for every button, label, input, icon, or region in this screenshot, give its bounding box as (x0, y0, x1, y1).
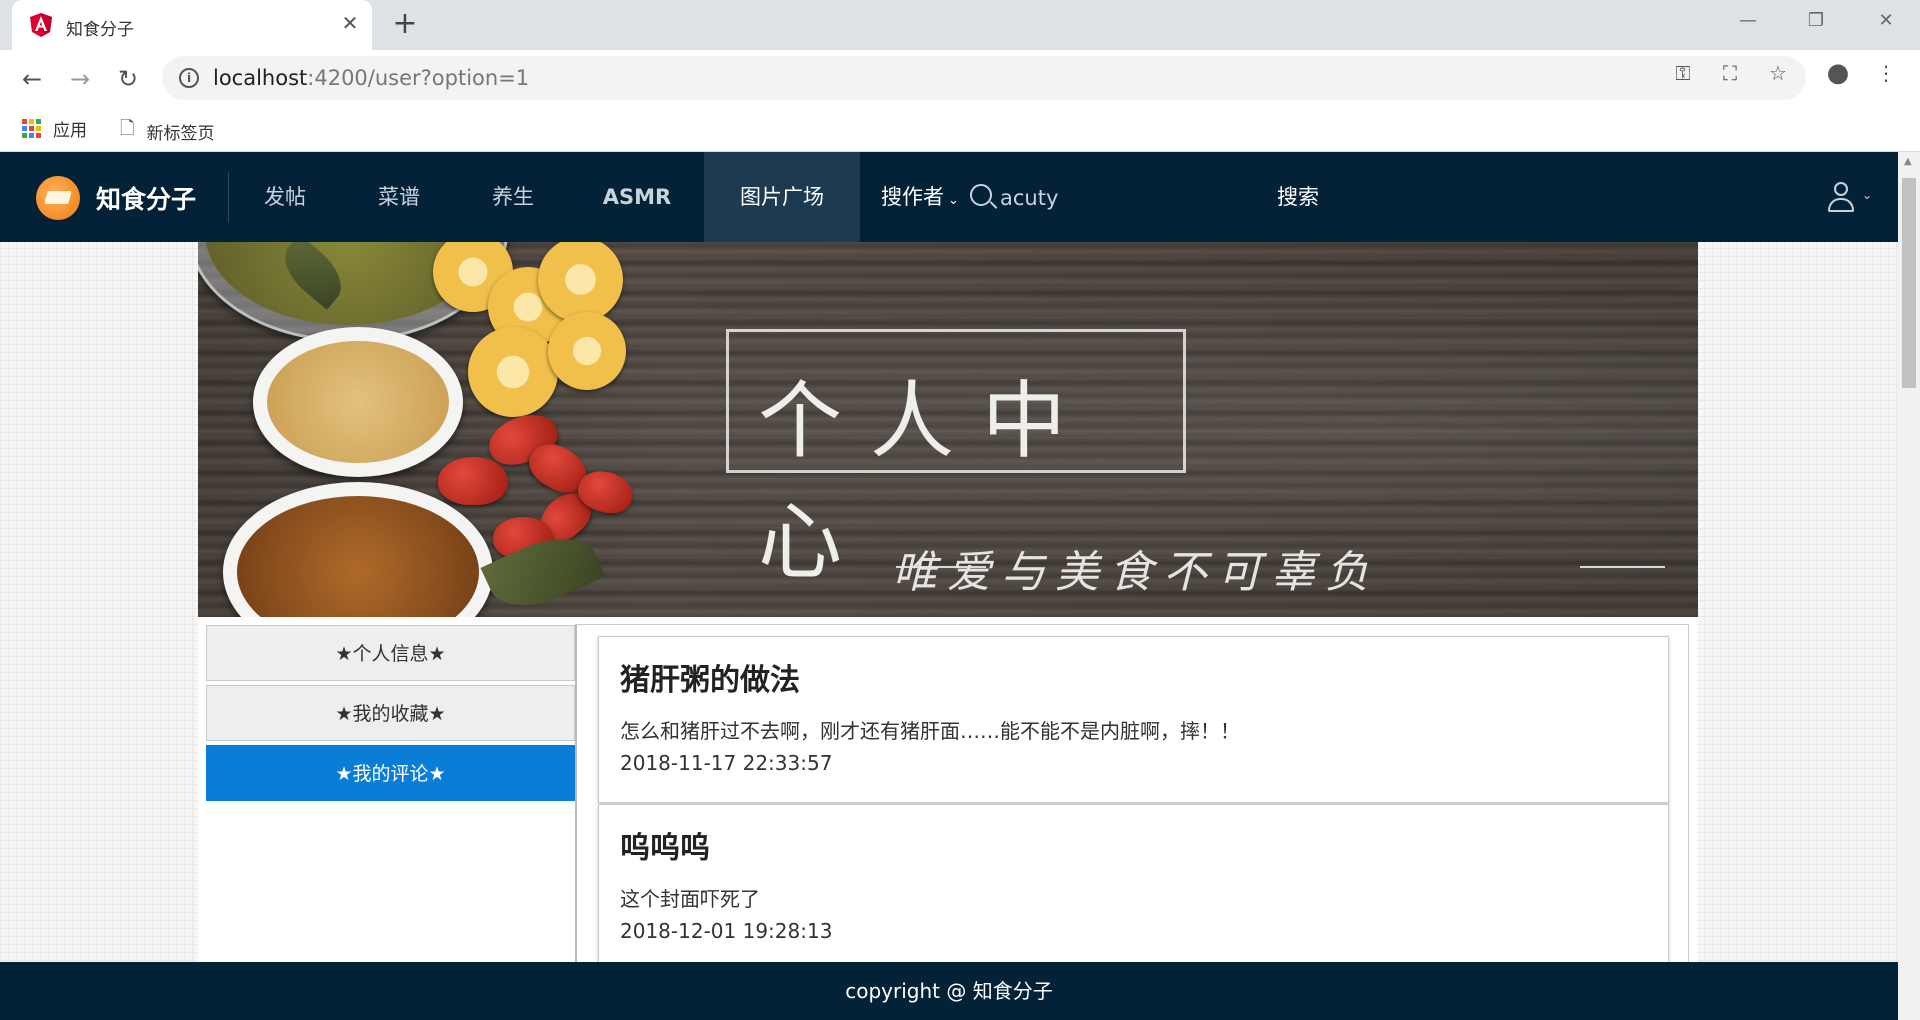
comment-text: 怎么和猪肝过不去啊，刚才还有猪肝面……能不能不是内脏啊，摔！！ (620, 719, 1240, 743)
bookmarks-bar: 应用 🗋 新标签页 (0, 106, 1920, 152)
tab-title: 知食分子 (66, 20, 134, 40)
search-button[interactable]: 搜索 (1277, 152, 1319, 242)
author-dropdown-label: 搜作者 (881, 185, 944, 209)
comment-time: 2018-12-01 19:28:13 (620, 919, 833, 943)
forward-icon[interactable]: → (63, 62, 97, 96)
close-tab-icon[interactable]: ✕ (338, 11, 362, 35)
nav-item-gallery[interactable]: 图片广场 (704, 152, 860, 242)
tab-favorites[interactable]: ★我的收藏★ (206, 685, 575, 741)
brand-logo-icon (36, 176, 80, 220)
restore-icon[interactable]: ❐ (1796, 6, 1836, 36)
browser-toolbar: ← → ↻ i localhost:4200/user?option=1 ⚿ ⛶… (0, 50, 1920, 106)
brand[interactable]: 知食分子 (36, 176, 196, 220)
brand-name: 知食分子 (96, 185, 197, 214)
scrollbar-thumb[interactable] (1902, 178, 1916, 388)
user-icon[interactable] (1828, 182, 1854, 212)
profile-icon[interactable]: ● (1825, 60, 1851, 86)
apps-grid-icon (22, 119, 41, 138)
chevron-down-icon: ⌄ (948, 193, 959, 208)
nav-item-recipes[interactable]: 菜谱 (354, 152, 444, 242)
author-search-dropdown[interactable]: 搜作者 ⌄ (881, 152, 959, 242)
scroll-up-arrow-icon[interactable]: ▲ (1904, 156, 1912, 167)
banner-rule-right (1580, 566, 1665, 568)
search-input[interactable]: acuty (1000, 152, 1058, 242)
minimize-icon[interactable]: — (1728, 6, 1768, 36)
banner-subtitle: 唯爱与美食不可辜负 (893, 547, 1379, 598)
comment-time: 2018-11-17 22:33:57 (620, 751, 833, 775)
user-menu-chevron-icon[interactable]: ⌄ (1862, 188, 1872, 202)
comments-panel: 猪肝粥的做法 怎么和猪肝过不去啊，刚才还有猪肝面……能不能不是内脏啊，摔！！ 2… (575, 624, 1689, 1020)
url-path: :4200/user?option=1 (307, 66, 530, 90)
angular-favicon-icon (30, 13, 52, 37)
bookmark-new-tab[interactable]: 🗋 新标签页 (120, 116, 214, 146)
tab-profile[interactable]: ★个人信息★ (206, 625, 575, 681)
bowl-hawthorn (223, 482, 493, 617)
dried-chili (438, 457, 508, 505)
top-navbar: 知食分子 发帖 菜谱 养生 ASMR 图片广场 搜作者 ⌄ acuty 搜索 ⌄ (0, 152, 1898, 242)
key-icon[interactable]: ⚿ (1670, 60, 1696, 86)
comment-card[interactable]: 猪肝粥的做法 怎么和猪肝过不去啊，刚才还有猪肝面……能不能不是内脏啊，摔！！ 2… (598, 636, 1669, 803)
reload-icon[interactable]: ↻ (111, 62, 145, 96)
translate-icon[interactable]: ⛶ (1717, 60, 1743, 86)
comment-title: 猪肝粥的做法 (620, 663, 800, 698)
browser-tab[interactable]: 知食分子 ✕ (12, 0, 372, 50)
browser-tabstrip: 知食分子 ✕ + — ❐ ✕ (0, 0, 1920, 50)
nav-item-asmr[interactable]: ASMR (582, 152, 692, 242)
comment-text: 这个封面吓死了 (620, 887, 760, 911)
bookmark-apps-label: 应用 (53, 121, 87, 141)
menu-kebab-icon[interactable]: ⋮ (1873, 60, 1899, 86)
page-viewport: 知食分子 发帖 菜谱 养生 ASMR 图片广场 搜作者 ⌄ acuty 搜索 ⌄ (0, 152, 1898, 1020)
back-icon[interactable]: ← (15, 62, 49, 96)
nav-item-post[interactable]: 发帖 (240, 152, 330, 242)
nav-item-health[interactable]: 养生 (468, 152, 558, 242)
url-host: localhost (213, 66, 308, 90)
tab-comments[interactable]: ★我的评论★ (206, 745, 575, 801)
new-tab-icon[interactable]: + (390, 9, 420, 40)
comment-title: 呜呜呜 (620, 831, 710, 866)
page-scrollbar[interactable]: ▲ (1898, 152, 1920, 1020)
bookmark-new-tab-label: 新标签页 (146, 123, 215, 144)
bookmark-star-icon[interactable]: ☆ (1765, 60, 1791, 86)
lemon-slice (538, 242, 623, 322)
footer: copyright @ 知食分子 (0, 962, 1898, 1020)
banner-image: 个人中心 唯爱与美食不可辜负 (198, 242, 1698, 617)
nav-divider (228, 172, 229, 222)
page-icon: 🗋 (120, 118, 135, 139)
bowl-grains (253, 327, 463, 477)
bookmark-apps[interactable]: 应用 (22, 116, 87, 141)
comment-card[interactable]: 呜呜呜 这个封面吓死了 2018-12-01 19:28:13 (598, 804, 1669, 971)
close-window-icon[interactable]: ✕ (1866, 6, 1906, 36)
footer-copyright: copyright @ 知食分子 (845, 979, 1053, 1003)
address-bar[interactable]: i localhost:4200/user?option=1 (162, 56, 1806, 100)
lemon-slice (548, 312, 626, 390)
content-area: ★个人信息★ ★我的收藏★ ★我的评论★ 猪肝粥的做法 怎么和猪肝过不去啊，刚才… (198, 617, 1698, 1020)
site-info-icon[interactable]: i (179, 68, 199, 88)
search-icon (970, 184, 992, 206)
lemon-slice (468, 327, 558, 417)
